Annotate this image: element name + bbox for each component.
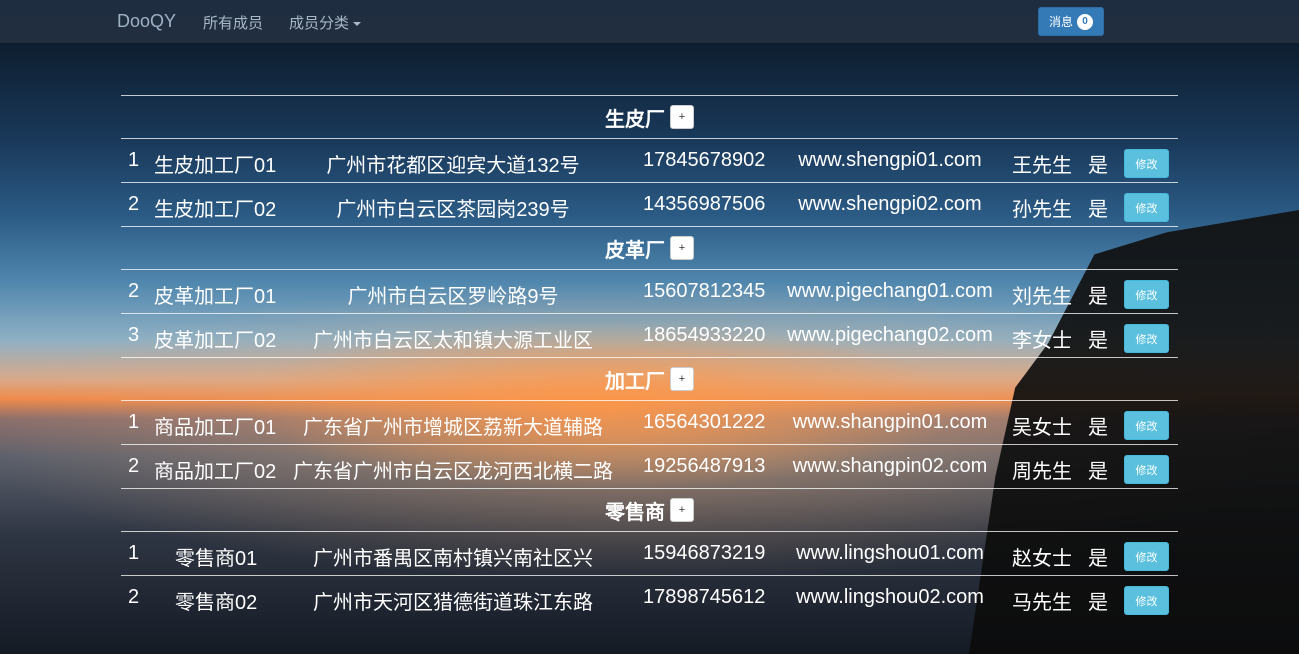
messages-badge: 0	[1077, 13, 1093, 30]
edit-button[interactable]: 修改	[1124, 149, 1169, 178]
row-flag: 是	[1088, 592, 1108, 614]
category-header: 生皮厂 +	[121, 96, 1178, 138]
table-row: 2 零售商02 广州市天河区猎德街道珠江东路 17898745612 www.l…	[121, 576, 1178, 619]
row-index: 2	[128, 193, 140, 215]
row-flag: 是	[1088, 199, 1108, 221]
row-name: 皮革加工厂02	[154, 330, 277, 352]
table-row: 1 零售商01 广州市番禺区南村镇兴南社区兴 15946873219 www.l…	[121, 532, 1178, 575]
row-name: 商品加工厂01	[154, 417, 277, 439]
row-address: 广州市番禺区南村镇兴南社区兴	[313, 548, 593, 570]
row-index: 1	[128, 542, 140, 564]
row-contact: 王先生	[1012, 155, 1072, 177]
row-index: 2	[128, 455, 140, 477]
row-address: 广州市白云区茶园岗239号	[336, 199, 570, 221]
row-index: 2	[128, 586, 140, 608]
member-table: 生皮厂 + 1 生皮加工厂01 广州市花都区迎宾大道132号 178456789…	[121, 95, 1178, 619]
row-flag: 是	[1088, 417, 1108, 439]
messages-button[interactable]: 消息 0	[1038, 7, 1104, 36]
row-address: 广州市花都区迎宾大道132号	[326, 155, 580, 177]
row-website: www.pigechang02.com	[787, 324, 993, 346]
category-title: 零售商	[605, 501, 665, 524]
add-member-button[interactable]: +	[670, 367, 694, 391]
row-contact: 马先生	[1012, 592, 1072, 614]
category-title: 加工厂	[605, 370, 665, 393]
row-phone: 15607812345	[643, 280, 766, 302]
row-flag: 是	[1088, 155, 1108, 177]
row-website: www.shangpin02.com	[792, 455, 988, 477]
add-member-button[interactable]: +	[670, 236, 694, 260]
row-phone: 15946873219	[643, 542, 766, 564]
add-member-button[interactable]: +	[670, 498, 694, 522]
row-website: www.pigechang01.com	[787, 280, 993, 302]
row-index: 2	[128, 280, 140, 302]
row-address: 广州市白云区太和镇大源工业区	[313, 330, 593, 352]
row-contact: 周先生	[1012, 461, 1072, 483]
row-address: 广东省广州市白云区龙河西北横二路	[293, 461, 613, 483]
edit-button[interactable]: 修改	[1124, 324, 1169, 353]
row-name: 生皮加工厂02	[154, 199, 277, 221]
row-website: www.shangpin01.com	[792, 411, 988, 433]
row-address: 广东省广州市增城区荔新大道辅路	[303, 417, 603, 439]
category-header: 加工厂 +	[121, 358, 1178, 400]
table-row: 1 商品加工厂01 广东省广州市增城区荔新大道辅路 16564301222 ww…	[121, 401, 1178, 444]
edit-button[interactable]: 修改	[1124, 411, 1169, 440]
row-phone: 16564301222	[643, 411, 766, 433]
nav-member-category-label: 成员分类	[289, 15, 350, 32]
edit-button[interactable]: 修改	[1124, 586, 1169, 615]
row-address: 广州市白云区罗岭路9号	[347, 286, 559, 308]
row-flag: 是	[1088, 548, 1108, 570]
row-flag: 是	[1088, 330, 1108, 352]
row-address: 广州市天河区猎德街道珠江东路	[313, 592, 593, 614]
row-contact: 赵女士	[1012, 548, 1072, 570]
row-contact: 孙先生	[1012, 199, 1072, 221]
row-phone: 17898745612	[643, 586, 766, 608]
row-phone: 17845678902	[643, 149, 766, 171]
row-website: www.shengpi02.com	[798, 193, 982, 215]
messages-label: 消息	[1048, 15, 1073, 29]
table-row: 3 皮革加工厂02 广州市白云区太和镇大源工业区 18654933220 www…	[121, 314, 1178, 357]
navbar: DooQY 所有成员 成员分类 消息 0	[0, 0, 1299, 44]
category-header: 零售商 +	[121, 489, 1178, 531]
row-phone: 14356987506	[643, 193, 766, 215]
edit-button[interactable]: 修改	[1124, 193, 1169, 222]
caret-down-icon	[353, 22, 362, 27]
row-flag: 是	[1088, 461, 1108, 483]
table-row: 2 商品加工厂02 广东省广州市白云区龙河西北横二路 19256487913 w…	[121, 445, 1178, 488]
table-row: 2 皮革加工厂01 广州市白云区罗岭路9号 15607812345 www.pi…	[121, 270, 1178, 313]
table-row: 1 生皮加工厂01 广州市花都区迎宾大道132号 17845678902 www…	[121, 139, 1178, 182]
row-name: 零售商02	[175, 592, 258, 614]
edit-button[interactable]: 修改	[1124, 455, 1169, 484]
row-phone: 18654933220	[643, 324, 766, 346]
row-index: 1	[128, 411, 140, 433]
nav-member-category-dropdown[interactable]: 成员分类	[289, 12, 362, 33]
edit-button[interactable]: 修改	[1124, 542, 1169, 571]
row-contact: 吴女士	[1012, 417, 1072, 439]
category-title: 生皮厂	[605, 108, 665, 131]
row-website: www.lingshou02.com	[796, 586, 984, 608]
row-name: 零售商01	[175, 548, 258, 570]
row-flag: 是	[1088, 286, 1108, 308]
edit-button[interactable]: 修改	[1124, 280, 1169, 309]
row-phone: 19256487913	[643, 455, 766, 477]
table-row: 2 生皮加工厂02 广州市白云区茶园岗239号 14356987506 www.…	[121, 183, 1178, 226]
category-title: 皮革厂	[605, 239, 665, 262]
row-website: www.shengpi01.com	[798, 149, 982, 171]
row-website: www.lingshou01.com	[796, 542, 984, 564]
row-contact: 刘先生	[1012, 286, 1072, 308]
nav-all-members[interactable]: 所有成员	[203, 12, 263, 33]
brand-logo[interactable]: DooQY	[117, 11, 176, 32]
row-name: 生皮加工厂01	[154, 155, 277, 177]
row-index: 1	[128, 149, 140, 171]
row-index: 3	[128, 324, 140, 346]
category-header: 皮革厂 +	[121, 227, 1178, 269]
row-name: 商品加工厂02	[154, 461, 277, 483]
row-contact: 李女士	[1012, 330, 1072, 352]
row-name: 皮革加工厂01	[154, 286, 277, 308]
add-member-button[interactable]: +	[670, 105, 694, 129]
